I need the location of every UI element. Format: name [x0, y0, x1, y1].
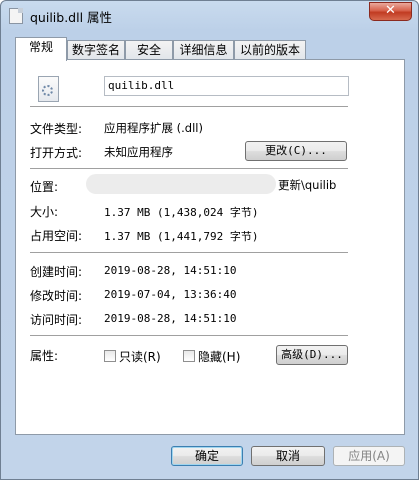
- accessed-label: 访问时间:: [30, 313, 83, 327]
- dll-file-icon: [38, 76, 59, 102]
- tab-previous-versions[interactable]: 以前的版本: [234, 40, 306, 60]
- ok-button[interactable]: 确定: [171, 446, 243, 466]
- accessed-value: 2019-08-28, 14:51:10: [104, 312, 237, 325]
- tab-general[interactable]: 常规: [15, 37, 67, 61]
- size-value: 1.37 MB (1,438,024 字节): [104, 206, 259, 219]
- tab-details[interactable]: 详细信息: [173, 40, 234, 60]
- attributes-label: 属性:: [30, 349, 59, 363]
- separator: [30, 335, 348, 336]
- readonly-checkbox[interactable]: [104, 350, 116, 362]
- general-panel: quilib.dll 文件类型: 应用程序扩展 (.dll) 打开方式: 未知应…: [15, 59, 405, 435]
- apply-button[interactable]: 应用(A): [333, 446, 405, 466]
- hidden-checkbox[interactable]: [183, 350, 195, 362]
- close-button[interactable]: ✕: [369, 2, 412, 21]
- opens-with-label: 打开方式:: [30, 146, 83, 160]
- created-label: 创建时间:: [30, 265, 83, 279]
- file-name-input[interactable]: quilib.dll: [104, 76, 349, 96]
- modified-value: 2019-07-04, 13:36:40: [104, 288, 237, 301]
- size-label: 大小:: [30, 205, 59, 219]
- created-value: 2019-08-28, 14:51:10: [104, 264, 237, 277]
- tab-digital-signatures[interactable]: 数字签名: [67, 40, 125, 60]
- hidden-label[interactable]: 隐藏(H): [198, 348, 240, 365]
- properties-window: quilib.dll 属性 ✕ 常规 数字签名 安全 详细信息 以前的版本 qu…: [0, 0, 419, 480]
- tab-security[interactable]: 安全: [125, 40, 173, 60]
- file-type-value: 应用程序扩展 (.dll): [104, 121, 203, 135]
- window-title: quilib.dll 属性: [30, 10, 113, 25]
- file-icon: [9, 8, 23, 24]
- separator: [30, 252, 348, 253]
- cancel-button[interactable]: 取消: [251, 446, 325, 466]
- separator: [30, 106, 348, 107]
- location-value: 更新\quilib: [278, 178, 337, 192]
- opens-with-value: 未知应用程序: [104, 145, 173, 159]
- separator: [30, 168, 348, 169]
- location-label: 位置:: [30, 180, 59, 194]
- title-bar[interactable]: quilib.dll 属性 ✕: [1, 1, 418, 29]
- size-on-disk-value: 1.37 MB (1,441,792 字节): [104, 230, 259, 243]
- file-type-label: 文件类型:: [30, 122, 83, 136]
- change-button[interactable]: 更改(C)...: [245, 141, 347, 161]
- readonly-label[interactable]: 只读(R): [119, 348, 161, 365]
- size-on-disk-label: 占用空间:: [30, 229, 83, 243]
- location-redacted: [86, 174, 276, 194]
- advanced-button[interactable]: 高级(D)...: [276, 345, 348, 365]
- modified-label: 修改时间:: [30, 289, 83, 303]
